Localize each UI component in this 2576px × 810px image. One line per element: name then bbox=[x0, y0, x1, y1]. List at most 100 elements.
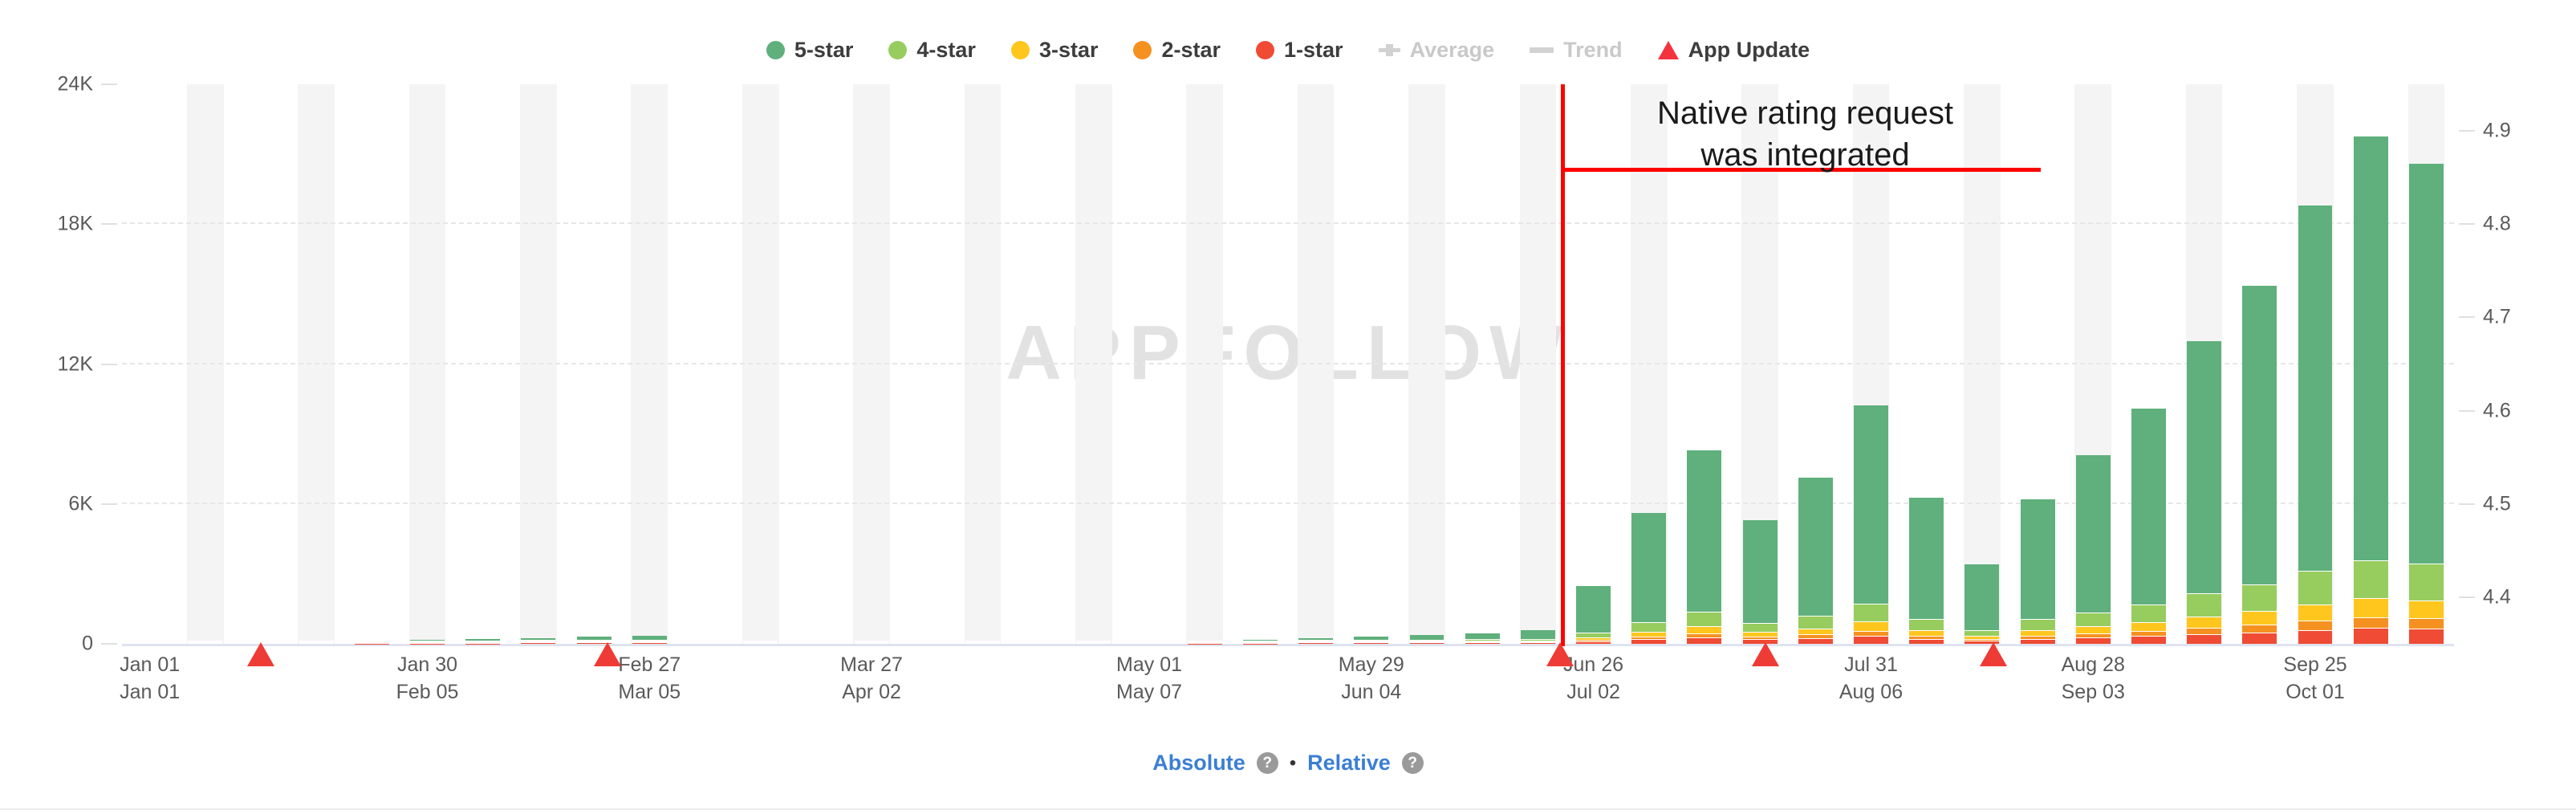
bar-segment-5-star bbox=[1576, 585, 1611, 634]
app-update-marker[interactable] bbox=[1546, 642, 1574, 666]
x-tick-line-2: Sep 03 bbox=[2061, 680, 2125, 703]
stacked-bar[interactable] bbox=[2075, 455, 2111, 644]
stacked-bar[interactable] bbox=[354, 640, 389, 644]
stacked-bar[interactable] bbox=[299, 641, 334, 644]
plot-canvas: APPFOLLOW Native rating request was integ… bbox=[122, 84, 2454, 646]
x-axis-tick-label: Jan 01 Jan 01 bbox=[120, 652, 180, 706]
stacked-bar[interactable] bbox=[1354, 636, 1389, 644]
stacked-bar[interactable] bbox=[2187, 341, 2222, 644]
stacked-bar[interactable] bbox=[1076, 641, 1111, 644]
stacked-bar[interactable] bbox=[2242, 285, 2277, 644]
stacked-bar[interactable] bbox=[188, 641, 223, 644]
bar-segment-1-star bbox=[2353, 629, 2388, 644]
x-tick-line-1: Jul 31 bbox=[1844, 653, 1898, 676]
stacked-bar[interactable] bbox=[1798, 478, 1833, 644]
bar-segment-3-star bbox=[2408, 600, 2444, 620]
absolute-help-icon[interactable]: ? bbox=[1256, 752, 1278, 774]
bar-segment-2-star bbox=[743, 643, 778, 644]
legend-item-4-star[interactable]: 4-star bbox=[888, 38, 976, 63]
stacked-bar[interactable] bbox=[2131, 408, 2166, 644]
app-update-marker[interactable] bbox=[594, 642, 622, 666]
stacked-bar[interactable] bbox=[2020, 499, 2055, 644]
stacked-bar[interactable] bbox=[965, 641, 1000, 644]
bar-segment-5-star bbox=[1854, 405, 1888, 604]
stacked-bar[interactable] bbox=[1576, 585, 1611, 644]
bar-segment-2-star bbox=[2353, 617, 2388, 629]
stacked-bar[interactable] bbox=[132, 641, 168, 644]
stacked-bar[interactable] bbox=[1409, 634, 1444, 644]
bar-segment-5-star bbox=[2131, 408, 2166, 605]
bar-segment-5-star bbox=[2187, 341, 2222, 595]
bar-segment-5-star bbox=[2298, 206, 2333, 572]
bar-segment-4-star bbox=[1631, 622, 1667, 633]
bar-segment-1-star bbox=[2131, 637, 2166, 644]
x-tick-line-1: Feb 27 bbox=[618, 653, 681, 676]
relative-mode-link[interactable]: Relative bbox=[1307, 751, 1391, 775]
chart-footer: Absolute ? • Relative ? bbox=[0, 751, 2576, 775]
y-axis-left: 0 6K 12K 18K 24K bbox=[0, 73, 120, 655]
bar-segment-2-star bbox=[188, 643, 223, 644]
background-band bbox=[742, 84, 779, 644]
legend-label: 2-star bbox=[1161, 37, 1221, 62]
app-update-marker[interactable] bbox=[1979, 642, 2007, 666]
stacked-bar[interactable] bbox=[798, 641, 834, 644]
relative-help-icon[interactable]: ? bbox=[1401, 752, 1424, 774]
bar-segment-3-star bbox=[2242, 612, 2277, 626]
stacked-bar[interactable] bbox=[1965, 564, 2000, 644]
stacked-bar[interactable] bbox=[1465, 633, 1500, 644]
stacked-bar[interactable] bbox=[909, 641, 945, 644]
app-update-marker[interactable] bbox=[1752, 642, 1780, 666]
stacked-bar[interactable] bbox=[2353, 136, 2388, 644]
circle-icon bbox=[1133, 40, 1152, 59]
x-tick-line-2: Jun 04 bbox=[1341, 680, 1402, 703]
stacked-bar[interactable] bbox=[632, 635, 667, 644]
y-left-tick-mark bbox=[101, 223, 117, 226]
stacked-bar[interactable] bbox=[2298, 206, 2333, 644]
bar-segment-4-star bbox=[1687, 612, 1722, 627]
stacked-bar[interactable] bbox=[1854, 405, 1888, 644]
legend-item-app-update[interactable]: App Update bbox=[1657, 38, 1810, 63]
stacked-bar[interactable] bbox=[1132, 641, 1167, 644]
stacked-bar[interactable] bbox=[1187, 640, 1222, 644]
bar-segment-1-star bbox=[2242, 633, 2277, 644]
legend-item-3-star[interactable]: 3-star bbox=[1010, 38, 1098, 63]
legend-item-average[interactable]: Average bbox=[1378, 38, 1494, 63]
stacked-bar[interactable] bbox=[465, 639, 501, 644]
legend-item-1-star[interactable]: 1-star bbox=[1256, 38, 1343, 63]
stacked-bar[interactable] bbox=[743, 641, 778, 644]
background-band bbox=[298, 84, 335, 644]
x-axis: Jan 01 Jan 01 Jan 30 Feb 05 Feb 27 Mar 05 Mar … bbox=[120, 652, 2454, 724]
stacked-bar[interactable] bbox=[521, 637, 556, 644]
x-axis-tick-label: Mar 27 Apr 02 bbox=[840, 652, 903, 706]
stacked-bar[interactable] bbox=[1021, 641, 1056, 644]
bar-segment-4-star bbox=[2131, 604, 2166, 624]
x-tick-line-2: Jul 02 bbox=[1566, 680, 1620, 703]
stacked-bar[interactable] bbox=[1298, 638, 1334, 644]
background-band bbox=[186, 84, 224, 644]
x-tick-line-2: Jan 01 bbox=[120, 680, 181, 703]
bar-segment-4-star bbox=[1965, 630, 2000, 637]
legend-item-trend[interactable]: Trend bbox=[1530, 38, 1623, 63]
stacked-bar[interactable] bbox=[1242, 640, 1278, 644]
stacked-bar[interactable] bbox=[1742, 519, 1778, 644]
stacked-bar[interactable] bbox=[1909, 497, 1944, 644]
plot-area-wrapper: 0 6K 12K 18K 24K 4.4 4.5 4.6 4.7 4.8 4.9 APPFOLLO… bbox=[0, 73, 2576, 655]
absolute-mode-link[interactable]: Absolute bbox=[1152, 751, 1245, 775]
background-band bbox=[408, 84, 446, 644]
stacked-bar[interactable] bbox=[1631, 513, 1667, 644]
stacked-bar[interactable] bbox=[854, 641, 889, 644]
bar-segment-4-star bbox=[2187, 594, 2222, 617]
app-update-marker[interactable] bbox=[246, 642, 274, 666]
stacked-bar[interactable] bbox=[1687, 450, 1722, 644]
bar-segment-1-star bbox=[1631, 640, 1667, 644]
gridline bbox=[122, 362, 2454, 364]
bar-segment-1-star bbox=[1409, 643, 1444, 644]
stacked-bar[interactable] bbox=[410, 640, 445, 644]
legend-label: 5-star bbox=[794, 37, 854, 62]
legend-item-2-star[interactable]: 2-star bbox=[1133, 38, 1221, 63]
bar-segment-1-star bbox=[1854, 637, 1888, 644]
background-band bbox=[1519, 84, 1557, 644]
stacked-bar[interactable] bbox=[2408, 163, 2444, 644]
stacked-bar[interactable] bbox=[688, 641, 722, 644]
legend-item-5-star[interactable]: 5-star bbox=[766, 37, 854, 63]
